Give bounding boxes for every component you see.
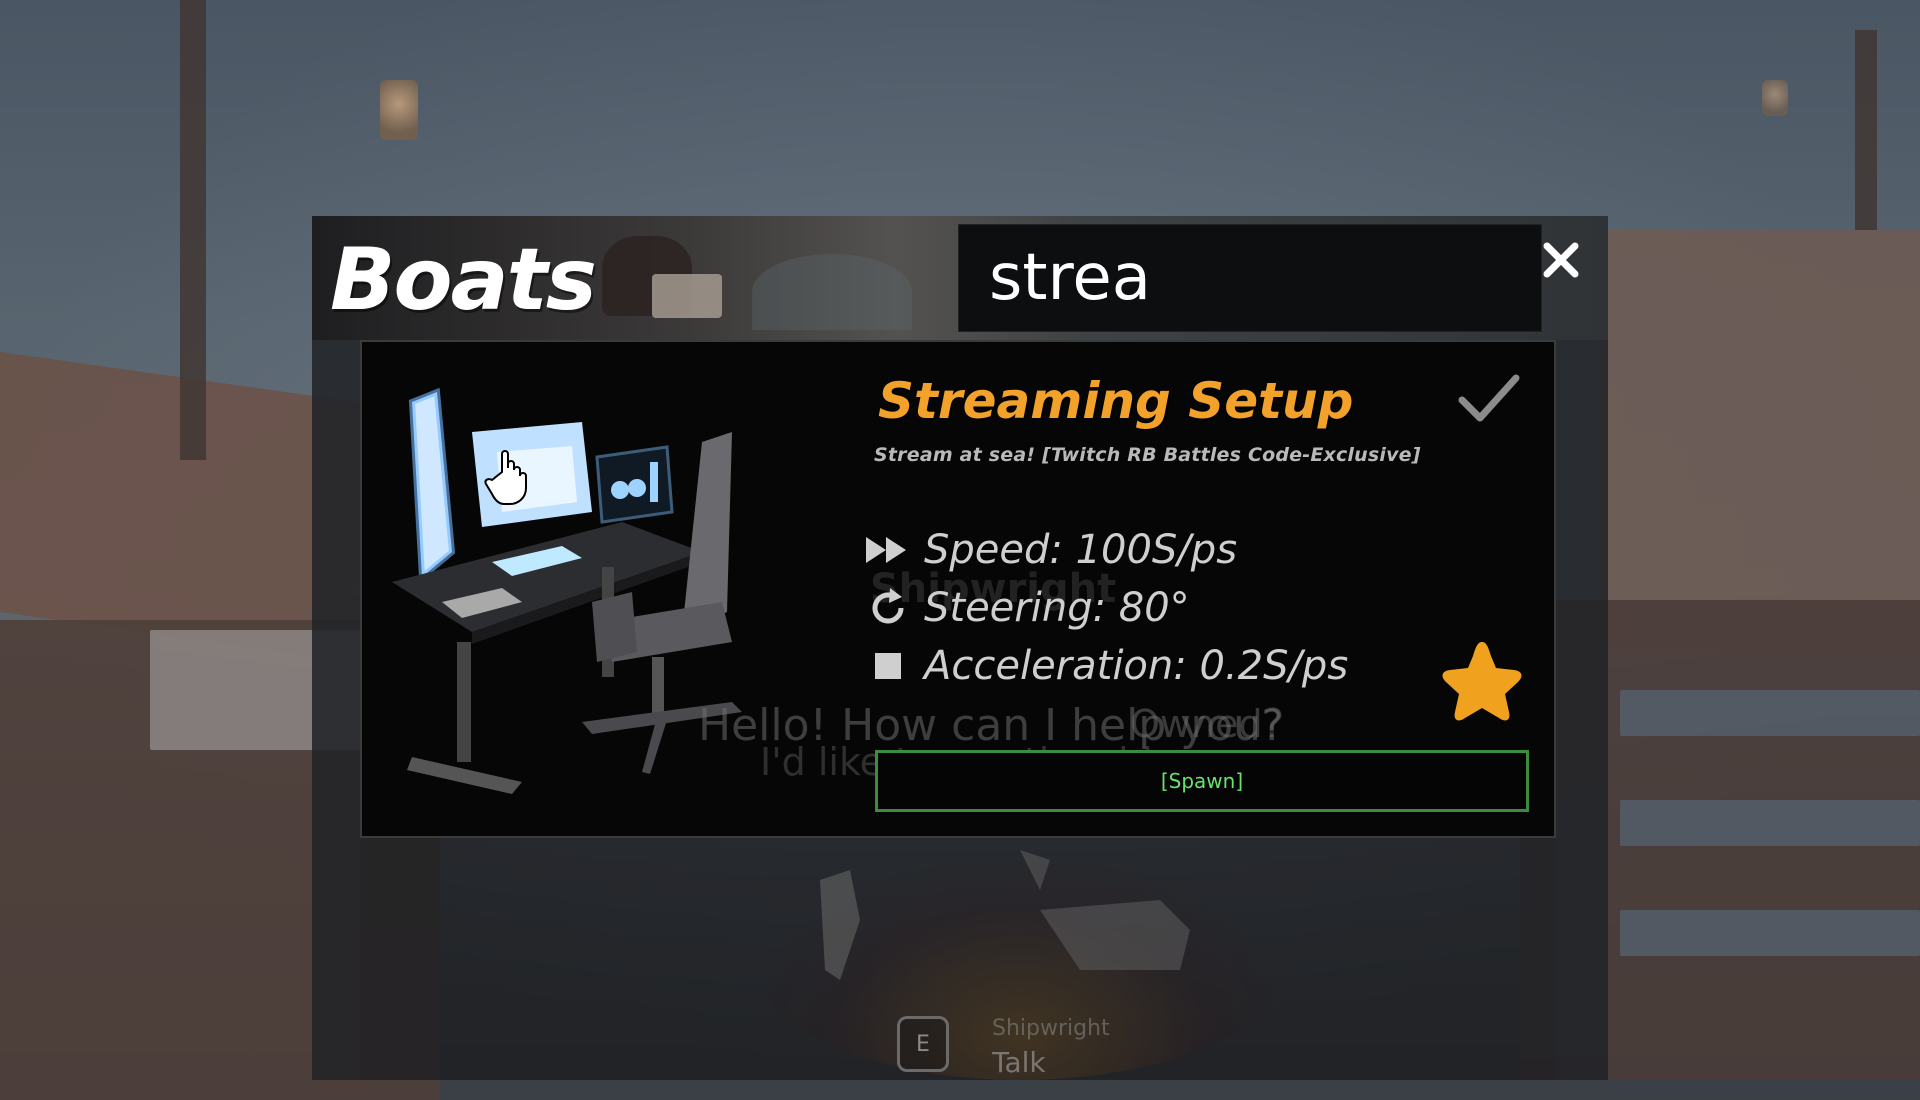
spawn-button[interactable]: [Spawn] [875,750,1529,812]
dock-railing-right [1620,910,1920,956]
interact-key-badge: E [897,1016,949,1072]
dock-railing-right [1620,690,1920,736]
favorite-star-icon[interactable] [1436,636,1528,724]
panel-title: Boats [330,230,597,330]
stat-speed-text: Speed: 100S/ps [924,527,1238,573]
stat-acceleration-text: Acceleration: 0.2S/ps [924,643,1349,689]
fast-forward-icon [866,528,910,572]
panel-scroll-gutter-right [1556,340,1608,1080]
close-icon [1543,242,1579,278]
rotate-icon [866,586,910,630]
boat-description: Stream at sea! [Twitch RB Battles Code-E… [874,444,1421,466]
close-button[interactable] [1536,232,1586,288]
lantern-right [1762,80,1788,116]
stat-steering-text: Steering: 80° [924,585,1190,631]
search-box[interactable] [958,224,1542,332]
interact-prompt-title: Shipwright [992,1016,1110,1041]
npc-shipwright-figure [820,850,1190,980]
interact-prompt-action: Talk [992,1046,1046,1079]
lamp-post-right [1855,30,1877,230]
header-backdrop-decoration [652,274,722,318]
owned-checkmark-icon [1458,374,1520,422]
dock-railing-right [1620,800,1920,846]
stat-steering: Steering: 80° [866,582,1190,634]
stop-square-icon [866,644,910,688]
search-input[interactable] [959,225,1541,331]
panel-scroll-gutter-left [312,340,360,1080]
stat-acceleration: Acceleration: 0.2S/ps [866,640,1348,692]
lamp-post-left [180,0,206,460]
dock-roof-right [1600,230,1920,650]
boat-name: Streaming Setup [878,372,1354,430]
lantern-left [380,80,418,140]
stat-speed: Speed: 100S/ps [866,524,1237,576]
header-backdrop-decoration [752,254,912,330]
